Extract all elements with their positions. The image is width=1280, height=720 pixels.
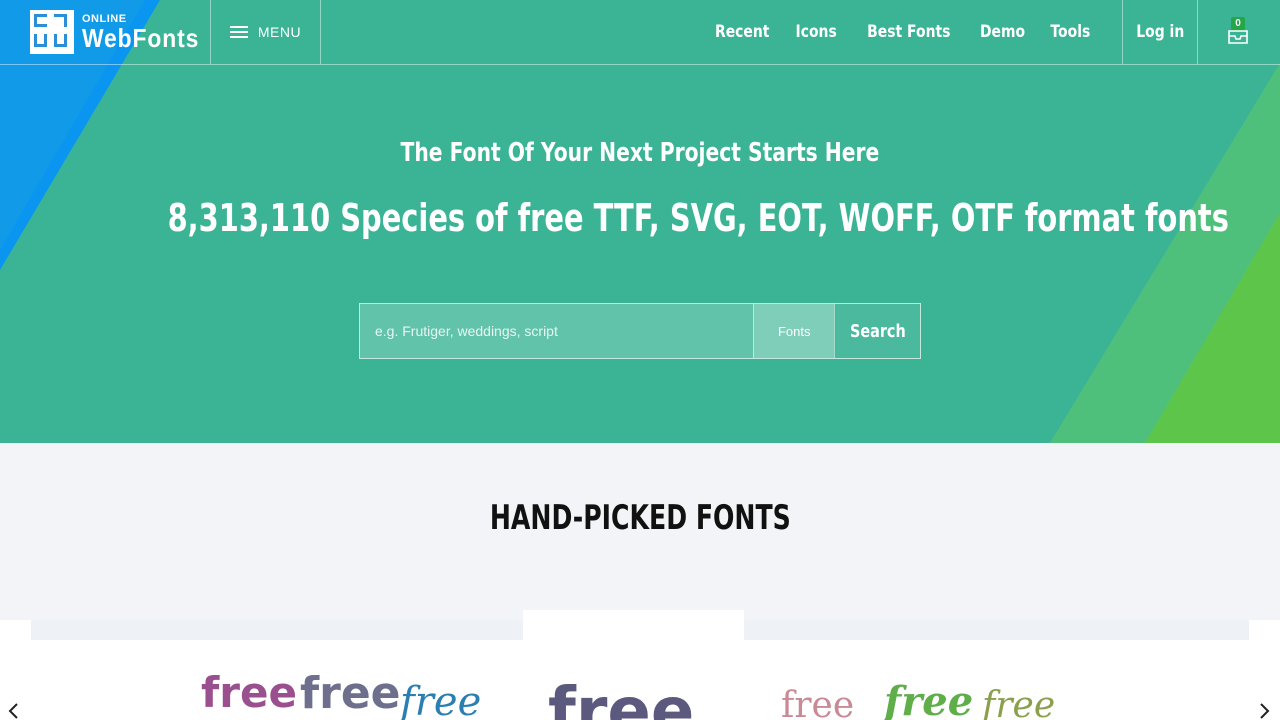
cart-button[interactable]: 0 bbox=[1198, 0, 1280, 64]
logo-glyph bbox=[34, 34, 47, 47]
hero-headline: 8,313,110 Species of free TTF, SVG, EOT,… bbox=[0, 196, 1280, 240]
login-link[interactable]: Log in bbox=[1123, 0, 1197, 64]
font-preview[interactable]: free bbox=[781, 688, 854, 720]
carousel-active-card bbox=[523, 610, 744, 650]
logo-big-text: WebFonts bbox=[82, 22, 200, 53]
chevron-right-icon[interactable] bbox=[1256, 702, 1272, 720]
logo-glyph bbox=[54, 34, 67, 47]
logo-glyph bbox=[34, 14, 47, 27]
nav-item-recent[interactable]: Recent bbox=[715, 22, 770, 42]
site-logo[interactable]: ONLINE WebFonts bbox=[30, 10, 215, 54]
logo-text: ONLINE WebFonts bbox=[82, 13, 215, 53]
search-button-label: Search bbox=[849, 320, 906, 342]
main-nav: Recent Icons Best Fonts Demo Tools bbox=[689, 0, 1091, 64]
font-preview[interactable]: free bbox=[982, 688, 1055, 720]
logo-mark-icon bbox=[30, 10, 74, 54]
font-preview[interactable]: free bbox=[884, 682, 973, 720]
nav-item-tools[interactable]: Tools bbox=[1051, 22, 1091, 42]
site-header: ONLINE WebFonts MENU Recent Icons Best F… bbox=[0, 0, 1280, 65]
font-preview[interactable]: free bbox=[400, 682, 481, 720]
menu-label: MENU bbox=[257, 24, 302, 40]
hero-tagline-text: The Font Of Your Next Project Starts Her… bbox=[400, 138, 880, 168]
logo-glyph bbox=[54, 14, 67, 27]
font-preview[interactable]: free bbox=[548, 680, 694, 720]
menu-button[interactable]: MENU bbox=[211, 0, 320, 64]
hero-headline-text: 8,313,110 Species of free TTF, SVG, EOT,… bbox=[167, 196, 1229, 240]
search-button[interactable]: Search bbox=[834, 304, 920, 358]
hero-green-shape-bright bbox=[1145, 213, 1280, 443]
font-preview[interactable]: free bbox=[300, 672, 401, 716]
search-input[interactable] bbox=[360, 304, 754, 358]
login-label: Log in bbox=[1136, 22, 1184, 42]
section-title: HAND-PICKED FONTS bbox=[0, 498, 1280, 538]
header-divider bbox=[320, 0, 321, 64]
section-title-text: HAND-PICKED FONTS bbox=[489, 498, 791, 538]
nav-item-demo[interactable]: Demo bbox=[980, 22, 1025, 42]
search-bar: Fonts Search bbox=[359, 303, 921, 359]
font-preview[interactable]: free bbox=[201, 672, 297, 714]
nav-item-icons[interactable]: Icons bbox=[796, 22, 837, 42]
search-type-select[interactable]: Fonts bbox=[753, 304, 835, 358]
chevron-left-icon[interactable] bbox=[6, 702, 22, 720]
cart-icon bbox=[1228, 30, 1248, 44]
hero-tagline: The Font Of Your Next Project Starts Her… bbox=[0, 138, 1280, 168]
burger-icon bbox=[229, 23, 248, 41]
nav-item-best-fonts[interactable]: Best Fonts bbox=[867, 22, 950, 42]
